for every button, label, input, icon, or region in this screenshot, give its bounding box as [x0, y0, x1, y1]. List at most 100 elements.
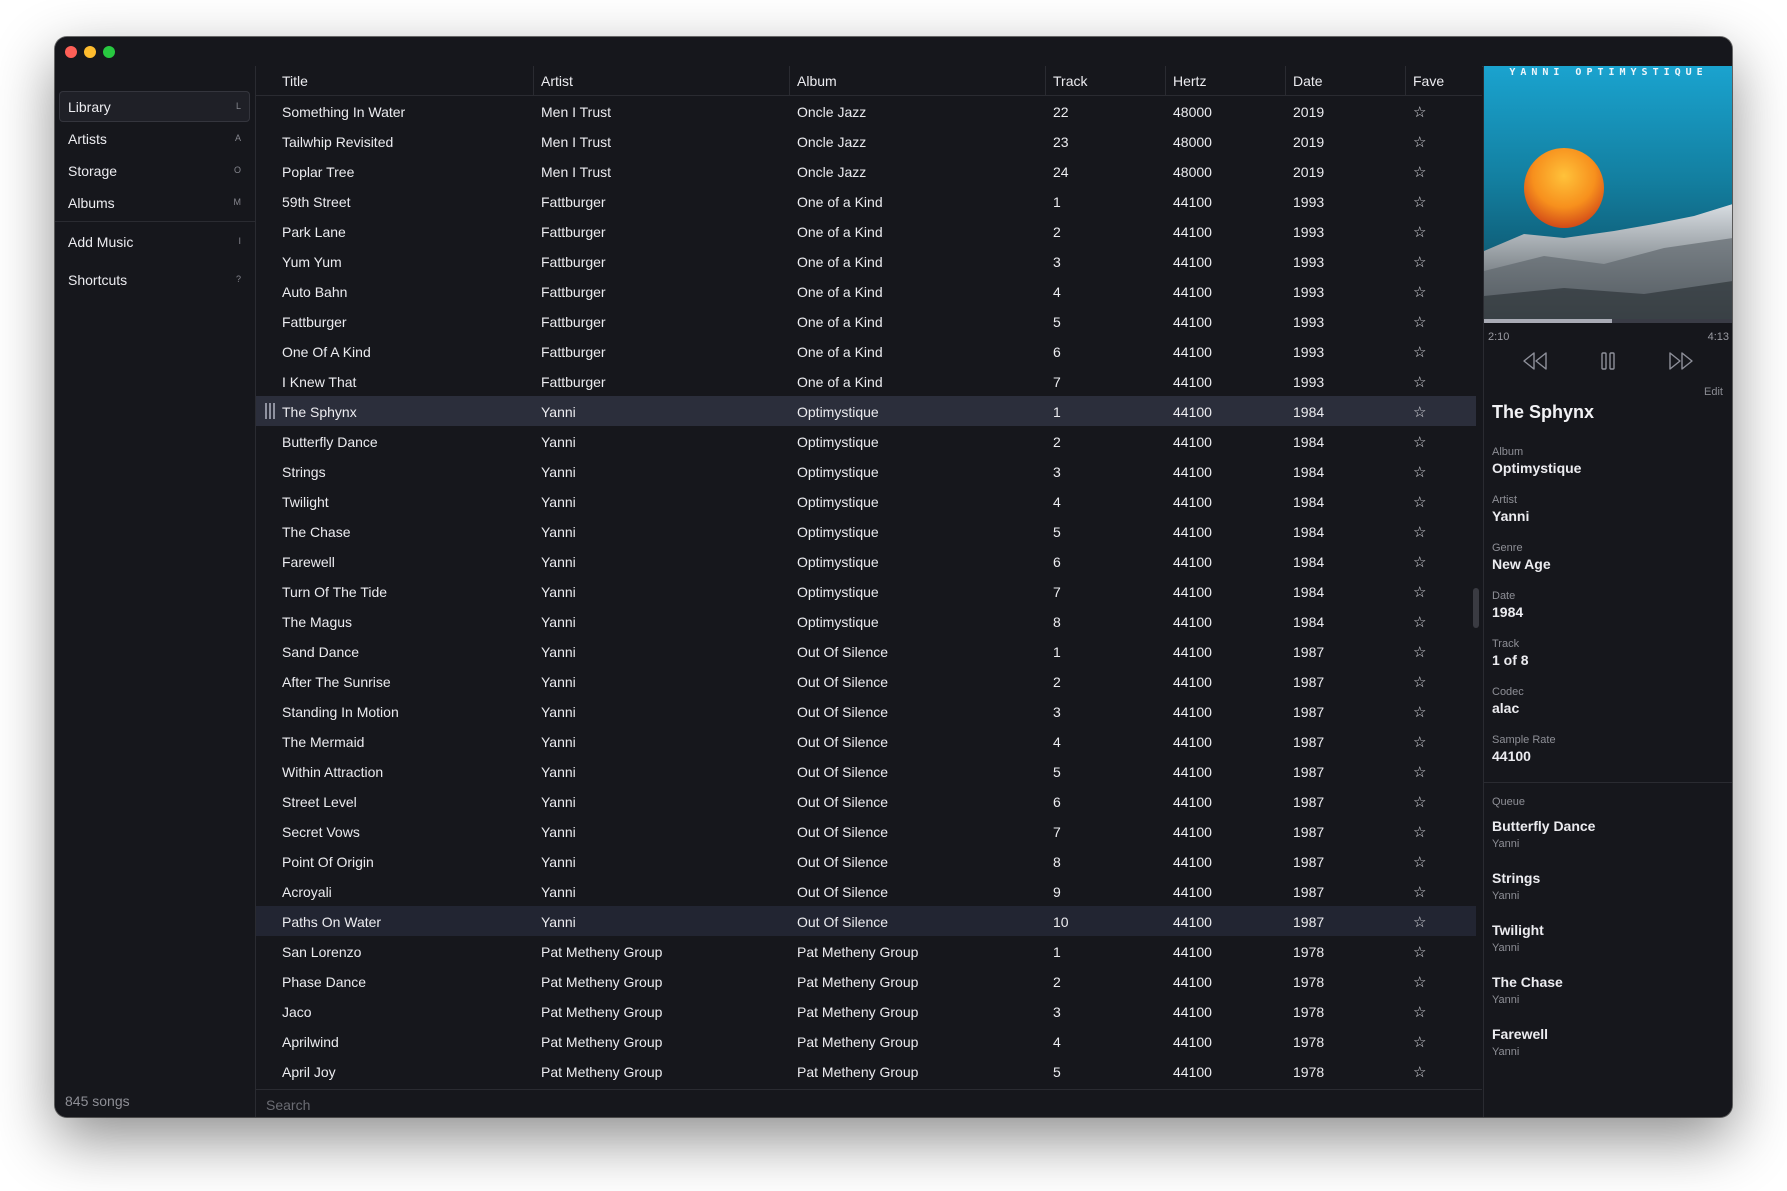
column-header-artist[interactable]: Artist [541, 73, 573, 89]
favorite-star-icon[interactable]: ☆ [1413, 703, 1426, 721]
pause-button[interactable] [1593, 349, 1623, 373]
table-row[interactable]: 59th Street Fattburger One of a Kind 1 44100… [256, 186, 1476, 216]
favorite-star-icon[interactable]: ☆ [1413, 823, 1426, 841]
sidebar-item-shortcuts[interactable]: Shortcuts ? [59, 264, 250, 295]
queue-item-title[interactable]: Butterfly Dance [1492, 818, 1595, 834]
table-row[interactable]: The Chase Yanni Optimystique 5 44100 1984 ☆ [256, 516, 1476, 546]
favorite-star-icon[interactable]: ☆ [1413, 673, 1426, 691]
previous-button[interactable] [1520, 349, 1550, 373]
favorite-star-icon[interactable]: ☆ [1413, 283, 1426, 301]
table-row[interactable]: Jaco Pat Metheny Group Pat Metheny Group 3 4… [256, 996, 1476, 1026]
sidebar-item-add-music[interactable]: Add Music I [59, 226, 250, 257]
favorite-star-icon[interactable]: ☆ [1413, 643, 1426, 661]
column-header-fave[interactable]: Fave [1413, 73, 1444, 89]
zoom-window-button[interactable] [103, 46, 115, 58]
table-row[interactable]: Butterfly Dance Yanni Optimystique 2 44100 19… [256, 426, 1476, 456]
favorite-star-icon[interactable]: ☆ [1413, 493, 1426, 511]
column-divider[interactable] [789, 66, 790, 95]
column-header-track[interactable]: Track [1053, 73, 1087, 89]
column-divider[interactable] [1165, 66, 1166, 95]
column-divider[interactable] [1045, 66, 1046, 95]
favorite-star-icon[interactable]: ☆ [1413, 523, 1426, 541]
favorite-star-icon[interactable]: ☆ [1413, 853, 1426, 871]
table-row[interactable]: Secret Vows Yanni Out Of Silence 7 44100 1987… [256, 816, 1476, 846]
queue-item-title[interactable]: Twilight [1492, 922, 1544, 938]
favorite-star-icon[interactable]: ☆ [1413, 403, 1426, 421]
favorite-star-icon[interactable]: ☆ [1413, 613, 1426, 631]
table-row[interactable]: Within Attraction Yanni Out Of Silence 5 441… [256, 756, 1476, 786]
table-row[interactable]: Acroyali Yanni Out Of Silence 9 44100 1987 ☆ [256, 876, 1476, 906]
favorite-star-icon[interactable]: ☆ [1413, 1003, 1426, 1021]
column-divider[interactable] [1285, 66, 1286, 95]
table-row[interactable]: Twilight Yanni Optimystique 4 44100 1984 ☆ [256, 486, 1476, 516]
favorite-star-icon[interactable]: ☆ [1413, 733, 1426, 751]
column-header-date[interactable]: Date [1293, 73, 1323, 89]
sidebar-item-artists[interactable]: Artists A [59, 123, 250, 154]
table-row-playing[interactable]: The Sphynx Yanni Optimystique 1 44100 1984 ☆ [256, 396, 1476, 426]
favorite-star-icon[interactable]: ☆ [1413, 343, 1426, 361]
favorite-star-icon[interactable]: ☆ [1413, 463, 1426, 481]
column-header-album[interactable]: Album [797, 73, 837, 89]
favorite-star-icon[interactable]: ☆ [1413, 373, 1426, 391]
favorite-star-icon[interactable]: ☆ [1413, 1063, 1426, 1081]
table-row[interactable]: Point Of Origin Yanni Out Of Silence 8 44100… [256, 846, 1476, 876]
favorite-star-icon[interactable]: ☆ [1413, 433, 1426, 451]
table-row[interactable]: Paths On Water Yanni Out Of Silence 10 44100… [256, 906, 1476, 936]
favorite-star-icon[interactable]: ☆ [1413, 103, 1426, 121]
table-row[interactable]: Aprilwind Pat Metheny Group Pat Metheny Gr… [256, 1026, 1476, 1056]
table-row[interactable]: One Of A Kind Fattburger One of a Kind 6 441… [256, 336, 1476, 366]
table-row[interactable]: Fattburger Fattburger One of a Kind 5 44100 1… [256, 306, 1476, 336]
table-row[interactable]: Turn Of The Tide Yanni Optimystique 7 44100 1… [256, 576, 1476, 606]
table-row[interactable]: The Magus Yanni Optimystique 8 44100 1984 ☆ [256, 606, 1476, 636]
table-row[interactable]: Tailwhip Revisited Men I Trust Oncle Jazz 2… [256, 126, 1476, 156]
favorite-star-icon[interactable]: ☆ [1413, 163, 1426, 181]
table-row[interactable]: Park Lane Fattburger One of a Kind 2 44100 19… [256, 216, 1476, 246]
search-input[interactable] [264, 1094, 868, 1116]
favorite-star-icon[interactable]: ☆ [1413, 133, 1426, 151]
edit-button[interactable]: Edit [1704, 386, 1723, 398]
table-row[interactable]: April Joy Pat Metheny Group Pat Metheny Gr… [256, 1056, 1476, 1086]
table-row[interactable]: Standing In Motion Yanni Out Of Silence 3 44… [256, 696, 1476, 726]
column-divider[interactable] [533, 66, 534, 95]
table-row[interactable]: Yum Yum Fattburger One of a Kind 3 44100 1993… [256, 246, 1476, 276]
favorite-star-icon[interactable]: ☆ [1413, 973, 1426, 991]
minimize-window-button[interactable] [84, 46, 96, 58]
favorite-star-icon[interactable]: ☆ [1413, 763, 1426, 781]
favorite-star-icon[interactable]: ☆ [1413, 313, 1426, 331]
favorite-star-icon[interactable]: ☆ [1413, 253, 1426, 271]
table-row[interactable]: Auto Bahn Fattburger One of a Kind 4 44100 19… [256, 276, 1476, 306]
column-divider[interactable] [1405, 66, 1406, 95]
favorite-star-icon[interactable]: ☆ [1413, 913, 1426, 931]
table-row[interactable]: Strings Yanni Optimystique 3 44100 1984 ☆ [256, 456, 1476, 486]
favorite-star-icon[interactable]: ☆ [1413, 883, 1426, 901]
queue-item-title[interactable]: Strings [1492, 870, 1540, 886]
table-row[interactable]: San Lorenzo Pat Metheny Group Pat Metheny … [256, 936, 1476, 966]
queue-item-title[interactable]: Farewell [1492, 1026, 1548, 1042]
queue-item-title[interactable]: The Chase [1492, 974, 1563, 990]
next-button[interactable] [1666, 349, 1696, 373]
favorite-star-icon[interactable]: ☆ [1413, 583, 1426, 601]
close-window-button[interactable] [65, 46, 77, 58]
table-row[interactable]: Farewell Yanni Optimystique 6 44100 1984 ☆ [256, 546, 1476, 576]
sidebar-item-albums[interactable]: Albums M [59, 187, 250, 218]
table-row[interactable]: The Mermaid Yanni Out Of Silence 4 44100 1987… [256, 726, 1476, 756]
table-row[interactable]: Sand Dance Yanni Out Of Silence 1 44100 1987 ☆ [256, 636, 1476, 666]
column-header-title[interactable]: Title [282, 73, 308, 89]
sidebar-item-storage[interactable]: Storage O [59, 155, 250, 186]
table-row[interactable]: Phase Dance Pat Metheny Group Pat Metheny … [256, 966, 1476, 996]
favorite-star-icon[interactable]: ☆ [1413, 1033, 1426, 1051]
playback-progress[interactable] [1484, 319, 1732, 323]
sidebar-item-library[interactable]: Library L [59, 91, 250, 122]
favorite-star-icon[interactable]: ☆ [1413, 943, 1426, 961]
table-row[interactable]: I Knew That Fattburger One of a Kind 7 44100… [256, 366, 1476, 396]
column-header-hertz[interactable]: Hertz [1173, 73, 1206, 89]
favorite-star-icon[interactable]: ☆ [1413, 793, 1426, 811]
table-row[interactable]: Something In Water Men I Trust Oncle Jazz 2… [256, 96, 1476, 126]
favorite-star-icon[interactable]: ☆ [1413, 223, 1426, 241]
table-scrollbar-thumb[interactable] [1473, 588, 1479, 628]
favorite-star-icon[interactable]: ☆ [1413, 193, 1426, 211]
table-row[interactable]: Poplar Tree Men I Trust Oncle Jazz 24 48000 2… [256, 156, 1476, 186]
table-row[interactable]: Street Level Yanni Out Of Silence 6 44100 198… [256, 786, 1476, 816]
table-row[interactable]: After The Sunrise Yanni Out Of Silence 2 441… [256, 666, 1476, 696]
favorite-star-icon[interactable]: ☆ [1413, 553, 1426, 571]
